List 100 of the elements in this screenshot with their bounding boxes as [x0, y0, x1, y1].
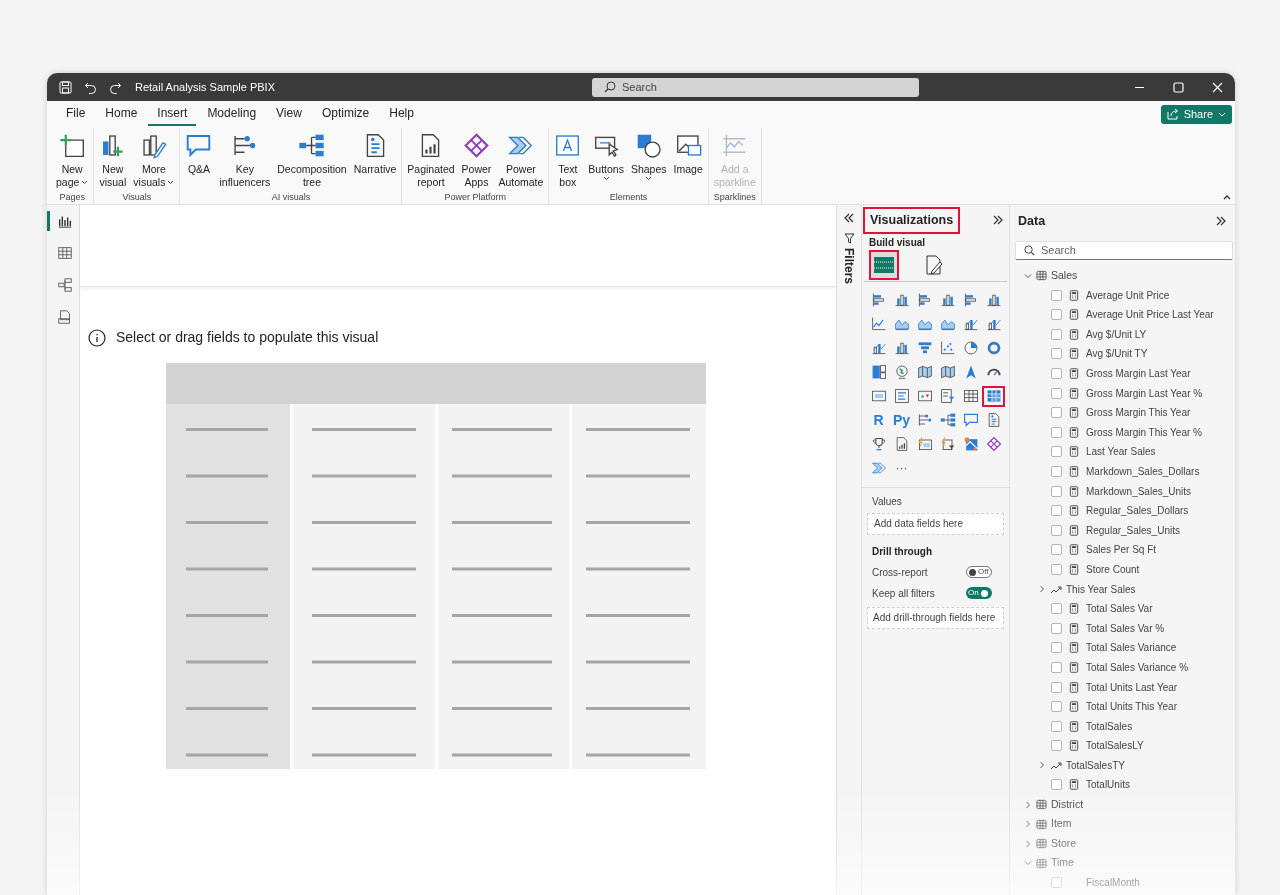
ribbon-button[interactable]: Image [670, 131, 706, 176]
build-visual-tab[interactable] [869, 250, 899, 281]
field-name[interactable]: TotalSalesLY [1086, 738, 1144, 754]
field-name[interactable]: Average Unit Price Last Year [1086, 307, 1214, 323]
field-name[interactable]: Gross Margin This Year [1086, 405, 1191, 421]
ribbon-button[interactable]: Narrative [350, 131, 400, 176]
filters-label[interactable]: Filters [840, 248, 858, 284]
checkbox[interactable] [1051, 720, 1062, 732]
collapse-ribbon-icon[interactable] [1223, 194, 1231, 200]
ribbon-button[interactable]: New visual [96, 131, 130, 189]
field-name[interactable]: Sales Per Sq Ft [1086, 542, 1157, 558]
expand-icon[interactable] [844, 213, 854, 223]
maximize-icon[interactable] [1173, 81, 1184, 93]
chevron-right-icon[interactable] [1024, 800, 1032, 809]
redo-icon[interactable] [109, 80, 122, 94]
ribbon-button[interactable]: New page [53, 131, 92, 189]
checkbox[interactable] [1051, 642, 1062, 654]
expand-icon[interactable] [993, 215, 1003, 226]
menu-tab[interactable]: Help [380, 102, 423, 127]
table-name[interactable]: Item [1051, 816, 1072, 833]
checkbox[interactable] [1051, 289, 1062, 301]
menu-tab[interactable]: Insert [148, 102, 197, 127]
checkbox[interactable] [1051, 368, 1062, 379]
ribbon-button[interactable]: Buttons [585, 131, 627, 181]
menu-tab[interactable]: File [57, 102, 95, 127]
search-field[interactable]: Search [592, 77, 919, 97]
table-name[interactable]: Store [1051, 835, 1077, 852]
visual-type-button[interactable]: Py [890, 409, 913, 431]
checkbox[interactable] [1051, 426, 1062, 438]
checkbox[interactable] [1051, 446, 1062, 458]
field-name[interactable]: Total Units Last Year [1086, 679, 1178, 695]
checkbox[interactable] [1051, 563, 1062, 575]
table-name[interactable]: District [1051, 796, 1084, 813]
field-name[interactable]: Last Year Sales [1086, 444, 1156, 460]
field-name[interactable]: Markdown_Sales_Units [1086, 483, 1192, 499]
ribbon-button[interactable]: Paginated report [404, 131, 458, 189]
field-name[interactable]: Average Unit Price [1086, 287, 1170, 303]
more-button[interactable]: ··· [890, 457, 913, 479]
expand-icon[interactable] [1216, 216, 1226, 227]
checkbox[interactable] [1051, 466, 1062, 477]
chevron-right-icon[interactable] [1038, 761, 1046, 770]
visual-type-button[interactable] [982, 385, 1005, 407]
checkbox[interactable] [1051, 603, 1062, 615]
checkbox[interactable] [1051, 524, 1062, 536]
field-name[interactable]: TotalSalesTY [1066, 757, 1125, 773]
close-icon[interactable] [1212, 81, 1223, 93]
checkbox[interactable] [1051, 661, 1062, 673]
drop-zone[interactable]: Add drill-through fields here [867, 606, 1004, 629]
checkbox[interactable] [1051, 387, 1062, 399]
checkbox[interactable] [1051, 544, 1062, 556]
field-name[interactable]: Total Units This Year [1086, 699, 1177, 715]
ribbon-button[interactable]: Q&A [182, 131, 216, 176]
checkbox[interactable] [1051, 701, 1062, 713]
field-name[interactable]: Regular_Sales_Units [1086, 522, 1180, 538]
field-name[interactable]: Gross Margin Last Year [1086, 366, 1191, 381]
table-name[interactable]: Sales [1051, 267, 1078, 284]
field-name[interactable]: Gross Margin Last Year % [1086, 385, 1203, 401]
ribbon-button[interactable]: Text box [551, 131, 585, 189]
checkbox[interactable] [1051, 505, 1062, 517]
field-name[interactable]: Total Sales Var [1086, 601, 1153, 617]
checkbox[interactable] [1051, 407, 1062, 419]
toggle-switch[interactable]: On [966, 587, 992, 600]
checkbox[interactable] [1051, 779, 1062, 791]
ribbon-button[interactable]: Shapes [627, 131, 670, 181]
toggle-switch[interactable]: Off [966, 566, 992, 579]
undo-icon[interactable] [84, 80, 97, 94]
field-name[interactable]: Avg $/Unit TY [1086, 346, 1148, 362]
ribbon-button[interactable]: Decomposition tree [274, 131, 350, 189]
field-name[interactable]: TotalSales [1086, 718, 1133, 734]
checkbox[interactable] [1051, 622, 1062, 634]
ribbon-button[interactable]: Power Automate [495, 131, 547, 189]
checkbox[interactable] [1051, 740, 1062, 752]
search-field[interactable]: Search [1015, 240, 1233, 260]
chevron-down-icon[interactable] [1024, 271, 1032, 280]
chevron-right-icon[interactable] [1038, 585, 1046, 594]
ribbon-button[interactable]: Key influencers [216, 131, 274, 189]
menu-tab[interactable]: View [267, 102, 311, 127]
menu-tab[interactable]: Home [96, 102, 147, 127]
save-icon[interactable] [59, 80, 72, 94]
menu-tab[interactable]: Optimize [312, 102, 379, 127]
field-name[interactable]: Store Count [1086, 561, 1140, 577]
visual-type-button[interactable]: R [867, 409, 890, 431]
field-name[interactable]: TotalUnits [1086, 777, 1130, 793]
ribbon-button[interactable]: Power Apps [458, 131, 495, 189]
checkbox[interactable] [1051, 485, 1062, 497]
share-button[interactable]: Share [1160, 104, 1232, 124]
drop-zone[interactable]: Add data fields here [867, 512, 1004, 535]
field-name[interactable]: Total Sales Variance [1086, 640, 1177, 656]
checkbox[interactable] [1051, 348, 1062, 360]
checkbox[interactable] [1051, 309, 1062, 321]
field-name[interactable]: Markdown_Sales_Dollars [1086, 464, 1200, 479]
field-name[interactable]: Total Sales Var % [1086, 620, 1165, 636]
checkbox[interactable] [1051, 328, 1062, 340]
menu-tab[interactable]: Modeling [198, 102, 266, 127]
field-name[interactable]: Total Sales Variance % [1086, 659, 1189, 675]
ribbon-button[interactable]: More visuals [130, 131, 178, 189]
field-name[interactable]: Avg $/Unit LY [1086, 326, 1147, 342]
field-name[interactable]: Gross Margin This Year % [1086, 424, 1202, 440]
field-name[interactable]: This Year Sales [1066, 581, 1136, 597]
field-name[interactable]: Regular_Sales_Dollars [1086, 503, 1189, 519]
